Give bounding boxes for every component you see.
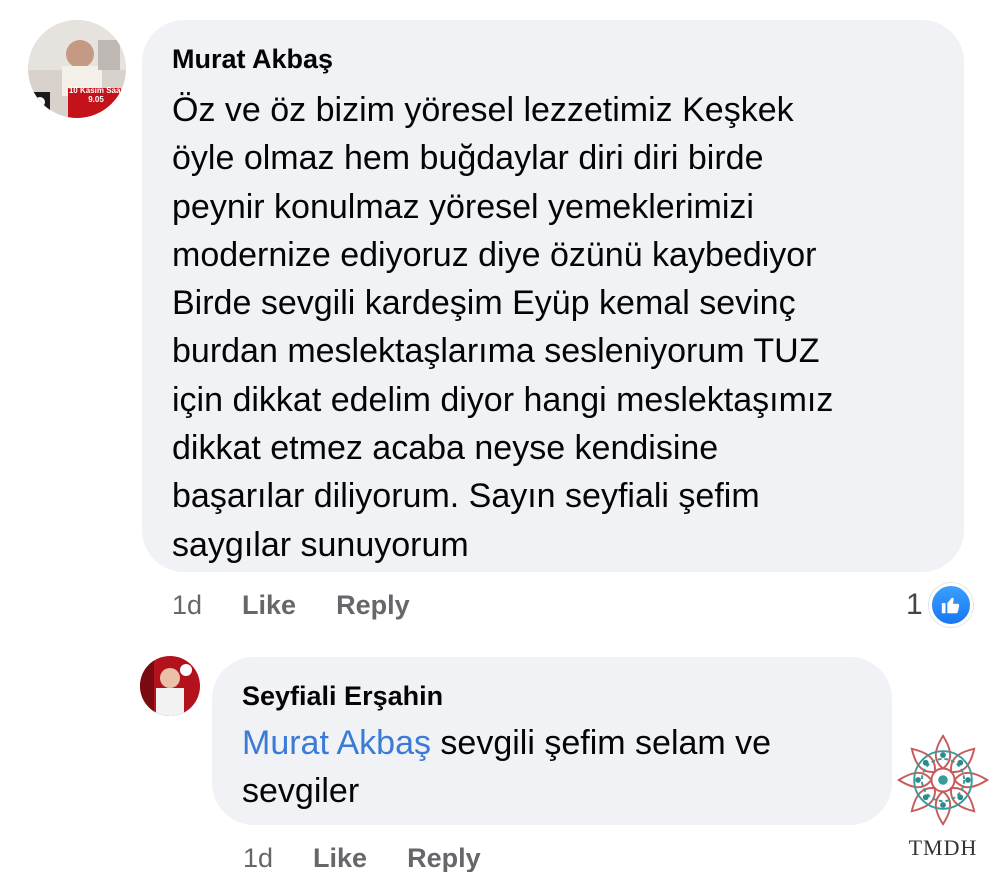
reply-author[interactable]: Seyfiali Erşahin [242,679,862,713]
reply-actions: 1d Like Reply [243,838,481,872]
avatar-murat-akbas[interactable]: 10 Kasım Saat 9.05 [28,20,126,118]
avatar-caption: 10 Kasım Saat 9.05 [68,86,124,104]
avatar-seyfiali-ersahin[interactable] [140,656,200,716]
mention-link[interactable]: Murat Akbaş [242,724,431,762]
thumbs-up-icon [928,583,973,627]
comment-author[interactable]: Murat Akbaş [172,42,934,76]
avatar-photo-icon [140,656,200,716]
comment-text: Öz ve öz bizim yöresel lezzetimiz Keşkek… [172,91,834,564]
comment-timestamp: 1d [172,589,203,620]
like-button[interactable]: Like [313,843,367,872]
comment-thread: 10 Kasım Saat 9.05 Murat Akbaş Öz ve öz … [0,0,1000,872]
reaction-count: 1 [906,588,923,621]
mandala-logo-icon [897,734,989,826]
reply-button[interactable]: Reply [407,843,481,872]
reply-button[interactable]: Reply [336,590,410,621]
reaction-summary[interactable]: 1 [906,583,973,627]
reply-bubble: Seyfiali Erşahin Murat Akbaş sevgili şef… [212,657,892,825]
like-button[interactable]: Like [242,590,296,621]
watermark-logo: TMDH [893,732,993,862]
reply-text: Murat Akbaş sevgili şefim selam ve sevgi… [242,719,862,815]
reply-timestamp: 1d [243,842,274,872]
comment-bubble: Murat Akbaş Öz ve öz bizim yöresel lezze… [142,20,964,572]
watermark-text: TMDH [908,835,978,860]
comment-actions: 1d Like Reply [172,585,410,625]
